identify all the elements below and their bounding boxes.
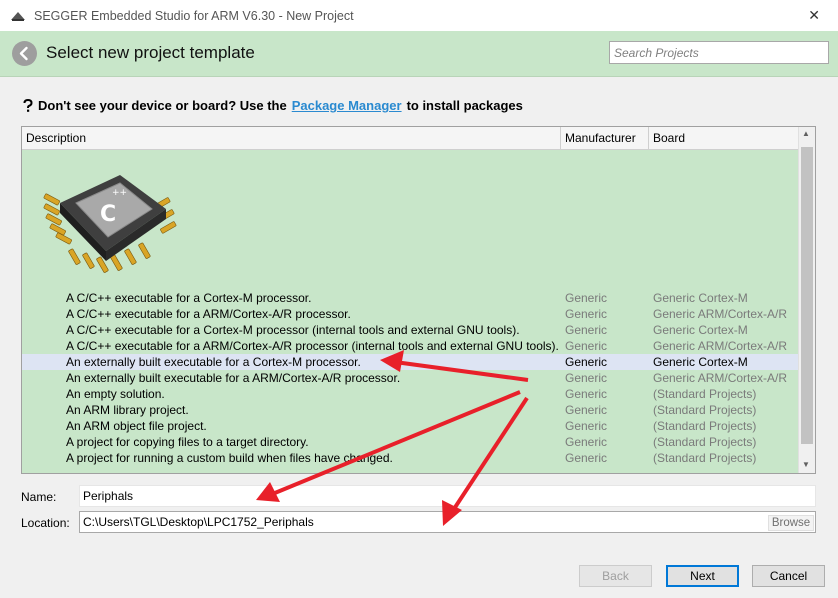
cell-board: Generic Cortex-M (653, 291, 748, 305)
c-chip-icon: ++ C (43, 175, 177, 273)
cell-manufacturer: Generic (565, 371, 608, 385)
cell-board: Generic ARM/Cortex-A/R (653, 307, 788, 321)
cell-description: An externally built executable for a ARM… (66, 371, 401, 385)
table-row[interactable]: An externally built executable for a Cor… (22, 354, 799, 370)
table-row[interactable]: An ARM object file project. Generic (Stand… (22, 418, 799, 434)
cell-manufacturer: Generic (565, 419, 608, 433)
table-row[interactable]: A project for running a custom build whe… (22, 450, 799, 466)
cell-board: (Standard Projects) (653, 419, 757, 433)
package-manager-link[interactable]: Package Manager (292, 98, 402, 113)
table-row[interactable]: An ARM library project. Generic (Standard … (22, 402, 799, 418)
cell-manufacturer: Generic (565, 387, 608, 401)
column-header-board[interactable]: Board (649, 127, 799, 150)
cell-board: (Standard Projects) (653, 403, 757, 417)
hint-suffix: to install packages (406, 98, 523, 113)
cell-description: An ARM object file project. (66, 419, 207, 433)
cell-manufacturer: Generic (565, 339, 608, 353)
help-icon (23, 98, 33, 112)
hint-prefix: Don't see your device or board? Use the (38, 98, 287, 113)
cell-board: Generic Cortex-M (653, 323, 748, 337)
cell-description: An empty solution. (66, 387, 165, 401)
name-label: Name: (21, 490, 57, 504)
package-manager-hint: Don't see your device or board? Use the … (22, 98, 523, 113)
cell-manufacturer: Generic (565, 451, 608, 465)
cell-description: An externally built executable for a Cor… (66, 355, 361, 369)
location-label: Location: (21, 516, 70, 530)
column-header-description[interactable]: Description (22, 127, 561, 150)
cancel-button[interactable]: Cancel (752, 565, 825, 587)
table-row[interactable]: A C/C++ executable for a Cortex-M proces… (22, 322, 799, 338)
cell-description: A project for copying files to a target … (66, 435, 309, 449)
cell-board: Generic ARM/Cortex-A/R (653, 371, 788, 385)
cell-board: (Standard Projects) (653, 435, 757, 449)
page-title: Select new project template (46, 43, 255, 62)
table-scrollbar[interactable]: ▲ ▼ (798, 127, 815, 473)
close-icon[interactable]: ✕ (808, 7, 820, 24)
table-row[interactable]: A C/C++ executable for a ARM/Cortex-A/R … (22, 306, 799, 322)
chip-plus-text: ++ (112, 188, 127, 198)
window-title: SEGGER Embedded Studio for ARM V6.30 - N… (34, 8, 354, 23)
project-template-table: Description Manufacturer Board ++ C A C/… (21, 126, 816, 474)
browse-button[interactable]: Browse (768, 515, 814, 531)
table-row[interactable]: A C/C++ executable for a Cortex-M proces… (22, 290, 799, 306)
scroll-down-icon[interactable]: ▼ (802, 460, 810, 469)
cell-manufacturer: Generic (565, 403, 608, 417)
table-row[interactable]: An empty solution. Generic (Standard Proje… (22, 386, 799, 402)
column-header-manufacturer[interactable]: Manufacturer (561, 127, 649, 150)
project-location-input[interactable] (79, 511, 816, 533)
cell-description: An ARM library project. (66, 403, 189, 417)
cell-board: Generic ARM/Cortex-A/R (653, 339, 788, 353)
scroll-up-icon[interactable]: ▲ (802, 129, 810, 138)
app-icon (11, 11, 25, 21)
cell-description: A project for running a custom build whe… (66, 451, 393, 465)
back-arrow-button[interactable] (12, 41, 37, 66)
cell-description: A C/C++ executable for a ARM/Cortex-A/R … (66, 339, 559, 353)
back-button[interactable]: Back (579, 565, 652, 587)
cell-manufacturer: Generic (565, 307, 608, 321)
project-name-input[interactable] (79, 485, 816, 507)
cell-description: A C/C++ executable for a Cortex-M proces… (66, 323, 520, 337)
cell-manufacturer: Generic (565, 435, 608, 449)
chip-c-text: C (100, 202, 116, 227)
table-row[interactable]: A project for copying files to a target … (22, 434, 799, 450)
table-row[interactable]: An externally built executable for a ARM… (22, 370, 799, 386)
title-bar: SEGGER Embedded Studio for ARM V6.30 - N… (0, 0, 838, 31)
next-button[interactable]: Next (666, 565, 739, 587)
back-arrow-icon (12, 41, 37, 66)
template-list: A C/C++ executable for a Cortex-M proces… (22, 290, 799, 466)
scrollbar-thumb[interactable] (801, 147, 813, 444)
cell-board: Generic Cortex-M (653, 355, 748, 369)
cell-manufacturer: Generic (565, 291, 608, 305)
cell-description: A C/C++ executable for a Cortex-M proces… (66, 291, 312, 305)
cell-manufacturer: Generic (565, 355, 608, 369)
cell-board: (Standard Projects) (653, 387, 757, 401)
wizard-header: Select new project template (0, 31, 838, 77)
cell-description: A C/C++ executable for a ARM/Cortex-A/R … (66, 307, 351, 321)
cell-board: (Standard Projects) (653, 451, 757, 465)
table-header: Description Manufacturer Board (22, 127, 799, 150)
search-projects-input[interactable] (609, 41, 829, 64)
cell-manufacturer: Generic (565, 323, 608, 337)
table-row[interactable]: A C/C++ executable for a ARM/Cortex-A/R … (22, 338, 799, 354)
